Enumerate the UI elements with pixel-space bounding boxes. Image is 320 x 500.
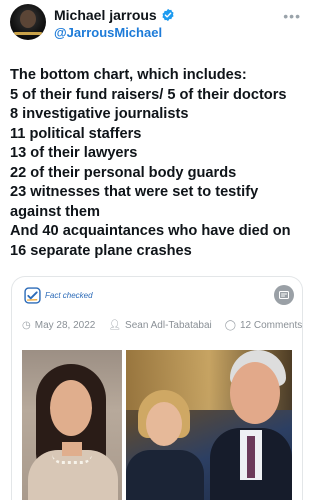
article-meta: ◷ May 28, 2022 👤︎ Sean Adl-Tabatabai ◯ 1… — [22, 320, 302, 331]
tweet-line: against them — [10, 203, 101, 220]
article-comments[interactable]: 12 Comments — [240, 320, 302, 331]
fact-check-icon — [24, 287, 41, 304]
article-photo[interactable] — [22, 350, 292, 500]
person-icon: 👤︎ — [108, 320, 122, 331]
embedded-media-card[interactable]: Fact checked ◷ May 28, 2022 👤︎ Sean Adl-… — [11, 276, 303, 500]
tweet-line: 22 of their personal body guards — [10, 164, 237, 181]
tweet-text: The bottom chart, which includes: 5 of t… — [10, 66, 308, 261]
article-author[interactable]: Sean Adl-Tabatabai — [125, 320, 212, 331]
author-name-row: Michael jarrous — [54, 7, 175, 23]
article-date: May 28, 2022 — [34, 320, 96, 331]
tweet-line: The bottom chart, which includes: — [10, 67, 247, 83]
clock-icon: ◷ — [22, 320, 31, 331]
fact-check-label: Fact checked — [45, 291, 93, 300]
tweet-line: 8 investigative journalists — [10, 106, 189, 122]
tweet-line: 5 of their fund raisers/ 5 of their doct… — [10, 86, 287, 103]
author-handle[interactable]: @JarrousMichael — [54, 25, 162, 40]
share-icon[interactable] — [274, 285, 294, 305]
ellipsis-icon[interactable]: ••• — [283, 8, 301, 24]
author-name[interactable]: Michael jarrous — [54, 7, 157, 23]
tweet-line: 23 witnesses that were set to testify — [10, 184, 259, 200]
photo-right-portrait — [126, 350, 292, 500]
fact-check-badge: Fact checked — [24, 287, 93, 304]
verified-badge-icon — [162, 8, 174, 22]
avatar-tag — [14, 32, 42, 35]
avatar-face — [20, 10, 36, 28]
photo-left-portrait — [22, 350, 122, 500]
tweet-line: 13 of their lawyers — [10, 145, 138, 161]
tweet-line: 16 separate plane crashes — [10, 242, 192, 259]
tweet-line: And 40 acquaintances who have died on — [10, 223, 291, 239]
share-glyph-icon — [279, 291, 289, 299]
tweet-line: 11 political staffers — [10, 125, 142, 142]
author-avatar[interactable] — [10, 4, 46, 40]
comment-icon: ◯ — [224, 320, 236, 331]
tweet-header: Michael jarrous @JarrousMichael ••• — [0, 0, 313, 52]
